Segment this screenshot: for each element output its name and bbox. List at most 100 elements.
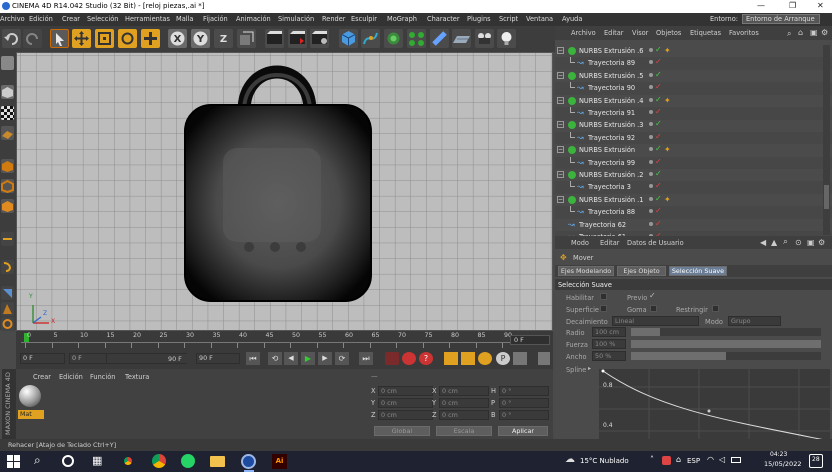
object-name[interactable]: NURBS Extrusión .1 xyxy=(579,196,643,204)
spline-object-row[interactable]: ↝ Trayectoria 99 ✓ xyxy=(555,156,832,170)
menu-render[interactable]: Render xyxy=(322,15,345,23)
expand-toggle-icon[interactable]: − xyxy=(557,121,564,129)
x-axis-icon[interactable]: X xyxy=(168,29,187,48)
om-settings-icon[interactable]: ⚙ xyxy=(821,28,828,37)
search-icon[interactable]: ⌕ xyxy=(34,453,41,468)
timeline-end-field[interactable]: 0 F xyxy=(510,335,550,345)
visibility-dot-icon[interactable] xyxy=(649,159,653,164)
layout-select[interactable]: Entorno de Arranque xyxy=(742,14,820,24)
menu-fijacion[interactable]: Fijación xyxy=(203,15,228,23)
floor-icon[interactable] xyxy=(452,29,471,48)
scale-icon[interactable] xyxy=(95,29,114,48)
timeline[interactable]: 0 5 10 15 20 25 30 35 40 45 50 55 60 65 70 75 80 85 90 0 F xyxy=(16,331,553,349)
illustrator-icon[interactable]: Ai xyxy=(272,454,287,469)
size-field[interactable]: 0 cm xyxy=(439,410,489,420)
menu-ayuda[interactable]: Ayuda xyxy=(562,15,582,23)
texture-mode-icon[interactable] xyxy=(1,106,14,120)
material-thumbnail[interactable] xyxy=(19,385,41,407)
am-lock-icon[interactable]: ⊙ xyxy=(795,238,802,247)
file-explorer-icon[interactable] xyxy=(210,456,225,467)
visibility-dot-icon[interactable] xyxy=(649,147,653,152)
prev-frame-icon[interactable]: ◀ xyxy=(284,352,298,365)
mat-menu-edicion[interactable]: Edición xyxy=(59,373,83,381)
nurbs-icon[interactable] xyxy=(384,29,403,48)
om-scrollbar[interactable] xyxy=(823,45,830,235)
redo-icon[interactable] xyxy=(23,29,42,48)
am-back-icon[interactable]: ◀ xyxy=(760,238,766,247)
visibility-dot-icon[interactable] xyxy=(649,48,653,52)
weather-text[interactable]: 15°C Nublado xyxy=(580,457,629,465)
enabled-check-icon[interactable]: ✓ xyxy=(655,45,662,54)
next-key-icon[interactable]: ⟳ xyxy=(335,352,349,365)
tweak-mode-icon[interactable] xyxy=(1,260,14,274)
om-new-view-icon[interactable]: ▣ xyxy=(810,28,818,37)
visibility-dot-icon[interactable] xyxy=(649,72,653,77)
position-field[interactable]: 0 cm xyxy=(378,410,433,420)
menu-character[interactable]: Character xyxy=(427,15,460,23)
go-end-icon[interactable]: ⏭ xyxy=(359,352,373,365)
am-menu-modo[interactable]: Modo xyxy=(571,239,589,247)
visibility-dot-icon[interactable] xyxy=(649,60,653,65)
array-icon[interactable] xyxy=(407,29,426,48)
tag-icon[interactable]: ✦ xyxy=(664,46,671,55)
enabled-check-icon[interactable]: ✓ xyxy=(655,144,662,153)
edges-mode-icon[interactable] xyxy=(1,179,14,194)
object-name[interactable]: Trayectoria 92 xyxy=(588,134,635,142)
spline-object-row[interactable]: ↝ Trayectoria 89 ✓ xyxy=(555,57,832,70)
object-name[interactable]: Trayectoria 91 xyxy=(588,109,635,117)
viewport[interactable]: Y X Z xyxy=(16,52,553,331)
tag-icon[interactable]: ✦ xyxy=(664,145,671,154)
menu-herramientas[interactable]: Herramientas xyxy=(125,15,170,23)
scale-key-icon[interactable] xyxy=(461,352,475,365)
visibility-dot-icon[interactable] xyxy=(649,184,653,189)
max-frame-field[interactable]: 90 F xyxy=(168,355,182,363)
position-field[interactable]: 0 cm xyxy=(378,386,433,396)
point-level-key-icon[interactable] xyxy=(513,352,527,365)
spline-graph[interactable]: 0.8 0.4 xyxy=(599,369,830,439)
extrude-object-row[interactable]: − NURBS Extrusión .3 ✓ xyxy=(555,119,832,132)
visibility-dot-icon[interactable] xyxy=(649,134,653,139)
viewport-canvas[interactable] xyxy=(17,53,553,331)
visibility-dot-icon[interactable] xyxy=(649,85,653,90)
tab-seleccion-suave[interactable]: Selección Suave xyxy=(669,266,727,276)
enabled-check-icon[interactable]: ✓ xyxy=(655,82,662,91)
enabled-check-icon[interactable]: ✓ xyxy=(655,169,662,178)
coords-scale-select[interactable]: Escala xyxy=(436,426,492,436)
z-axis-icon[interactable]: Z xyxy=(214,29,233,48)
radio-field[interactable]: 100 cm xyxy=(592,327,626,337)
extrude-object-row[interactable]: − NURBS Extrusión .6 ✓ ✦ xyxy=(555,45,832,58)
spline-object-row[interactable]: ↝ Trayectoria 88 ✓ xyxy=(555,206,832,219)
restringir-checkbox[interactable] xyxy=(712,305,719,312)
polygons-mode-icon[interactable] xyxy=(1,199,14,213)
am-settings-icon[interactable]: ⚙ xyxy=(818,238,825,247)
camera-icon[interactable] xyxy=(475,29,494,48)
extrude-object-row[interactable]: − NURBS Extrusión .2 ✓ xyxy=(555,169,832,182)
menu-edicion[interactable]: Edición xyxy=(29,15,53,23)
visibility-dot-icon[interactable] xyxy=(649,172,653,176)
whatsapp-icon[interactable] xyxy=(181,454,195,468)
fuerza-field[interactable]: 100 % xyxy=(592,339,626,349)
spline-object-row[interactable]: ↝ Trayectoria 91 ✓ xyxy=(555,107,832,120)
task-view-icon[interactable] xyxy=(62,455,74,467)
enabled-check-icon[interactable]: ✓ xyxy=(655,70,662,79)
lock-workplane-icon[interactable] xyxy=(1,302,14,316)
enabled-check-icon[interactable]: ✓ xyxy=(655,219,662,228)
om-menu-favoritos[interactable]: Favoritos xyxy=(729,29,759,37)
tray-app-icon[interactable] xyxy=(662,456,671,465)
apply-button[interactable]: Aplicar xyxy=(498,426,548,436)
planar-workplane-icon[interactable] xyxy=(1,317,14,331)
om-menu-visor[interactable]: Visor xyxy=(632,29,648,37)
start-frame-field[interactable]: 0 F xyxy=(20,353,65,364)
menu-animacion[interactable]: Animación xyxy=(236,15,271,23)
current-frame-field[interactable]: 0 F xyxy=(69,353,107,364)
widgets-icon[interactable]: ▦ xyxy=(92,454,102,467)
mat-menu-crear[interactable]: Crear xyxy=(33,373,51,381)
om-search-icon[interactable]: ⌕ xyxy=(787,29,791,39)
mat-menu-textura[interactable]: Textura xyxy=(125,373,149,381)
menu-seleccion[interactable]: Selección xyxy=(87,15,118,23)
am-new-view-icon[interactable]: ▣ xyxy=(807,238,815,247)
tag-icon[interactable]: ✦ xyxy=(664,195,671,204)
mat-menu-funcion[interactable]: Función xyxy=(90,373,115,381)
visibility-dot-icon[interactable] xyxy=(649,97,653,102)
light-icon[interactable] xyxy=(497,29,516,48)
